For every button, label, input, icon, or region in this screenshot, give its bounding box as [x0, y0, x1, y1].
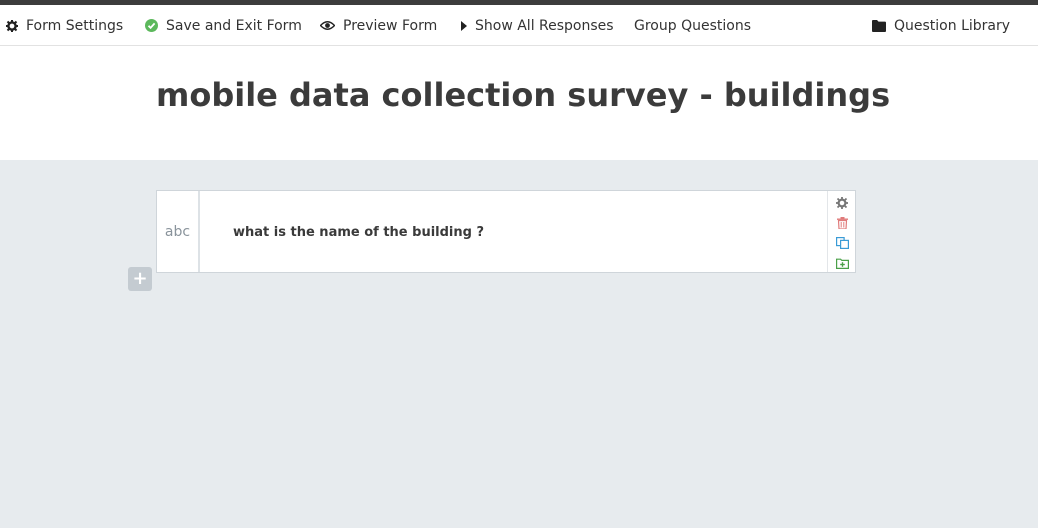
save-exit-button[interactable]: Save and Exit Form	[145, 5, 302, 46]
group-questions-button[interactable]: Group Questions	[634, 5, 751, 46]
plus-icon: +	[132, 268, 148, 289]
form-settings-label: Form Settings	[26, 17, 124, 34]
question-card[interactable]: abc what is the name of the building ?	[156, 190, 856, 273]
form-title-bar: mobile data collection survey - building…	[0, 46, 1038, 160]
preview-form-label: Preview Form	[343, 17, 438, 34]
show-responses-label: Show All Responses	[475, 17, 614, 34]
show-responses-button[interactable]: Show All Responses	[461, 5, 614, 46]
question-text[interactable]: what is the name of the building ?	[233, 225, 484, 240]
group-questions-label: Group Questions	[634, 17, 751, 34]
eye-icon	[320, 20, 335, 31]
trash-icon[interactable]	[835, 216, 849, 230]
question-actions	[827, 191, 855, 272]
question-library-button[interactable]: Question Library	[872, 5, 1010, 46]
form-settings-button[interactable]: Form Settings	[6, 5, 123, 46]
caret-right-icon	[461, 20, 467, 31]
save-exit-label: Save and Exit Form	[166, 17, 302, 34]
question-library-label: Question Library	[894, 17, 1011, 34]
preview-form-button[interactable]: Preview Form	[320, 5, 437, 46]
settings-gear-icon[interactable]	[835, 196, 849, 210]
form-toolbar: Form Settings Save and Exit Form Preview…	[0, 5, 1038, 46]
check-circle-icon	[145, 19, 158, 32]
form-title[interactable]: mobile data collection survey - building…	[156, 76, 890, 114]
folder-icon	[872, 19, 886, 32]
question-type-indicator: abc	[157, 191, 200, 272]
gear-icon	[6, 19, 18, 32]
duplicate-icon[interactable]	[835, 236, 849, 250]
add-to-library-icon[interactable]	[835, 256, 849, 270]
add-question-button[interactable]: +	[128, 267, 152, 291]
